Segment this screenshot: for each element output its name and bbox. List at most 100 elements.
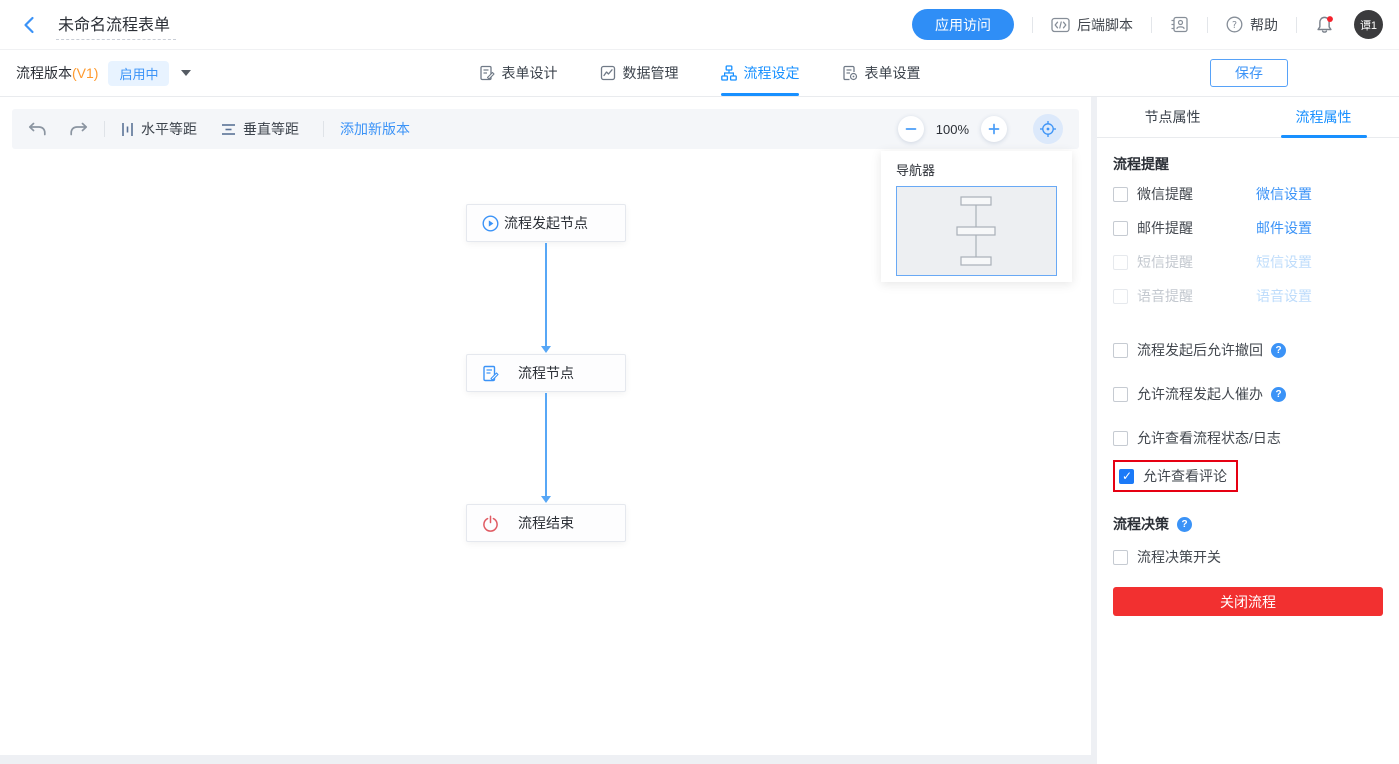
redo-icon[interactable] [69, 122, 88, 136]
view-comments-checkbox[interactable] [1119, 468, 1134, 484]
chevron-down-icon[interactable] [181, 70, 192, 76]
edge-line [545, 243, 547, 346]
backend-script-label: 后端脚本 [1077, 16, 1133, 33]
navigator-title: 导航器 [896, 163, 936, 178]
option-label: 流程发起后允许撤回 [1137, 342, 1263, 358]
option-view-comments-highlighted: 允许查看评论 [1113, 460, 1238, 492]
help-label: 帮助 [1250, 16, 1278, 33]
reminder-label: 短信提醒 [1137, 254, 1193, 270]
version-label: 流程版本 [16, 65, 72, 81]
reminder-label: 邮件提醒 [1137, 220, 1193, 236]
properties-panel: 节点属性 流程属性 流程提醒 微信提醒 微信设置 邮件提醒 邮件设置 短信提醒 [1097, 97, 1399, 764]
canvas-toolbar: 水平等距 垂直等距 添加新版本 100% [12, 109, 1079, 149]
tab-label: 流程设定 [743, 65, 800, 81]
wechat-reminder-checkbox[interactable] [1113, 186, 1128, 202]
node-label: 流程节点 [518, 365, 574, 381]
contacts-button[interactable] [1170, 16, 1189, 33]
divider [323, 121, 324, 137]
allow-urge-checkbox[interactable] [1113, 386, 1128, 402]
question-circle-icon: ? [1226, 16, 1243, 33]
data-chart-icon [600, 65, 616, 81]
vertical-spacing-icon [221, 123, 236, 136]
reminder-label: 微信提醒 [1137, 186, 1193, 202]
main-tabs: 表单设计 数据管理 流程设定 表单设置 [479, 50, 921, 96]
node-flow-step[interactable]: 流程节点 [466, 354, 626, 392]
tab-form-setting[interactable]: 表单设置 [842, 50, 921, 96]
backend-script-button[interactable]: 后端脚本 [1051, 15, 1133, 35]
help-icon[interactable] [1271, 342, 1286, 358]
play-circle-icon [482, 214, 499, 232]
divider [1296, 16, 1297, 33]
option-label: 允许查看评论 [1143, 468, 1227, 484]
page-title[interactable]: 未命名流程表单 [56, 9, 177, 40]
flow-edge [540, 393, 552, 503]
vertical-equal-label: 垂直等距 [243, 121, 299, 137]
help-button[interactable]: ? 帮助 [1226, 15, 1278, 35]
flow-canvas[interactable]: 水平等距 垂直等距 添加新版本 100% 导航器 流程发起节点 流程节点 流程结… [0, 97, 1091, 755]
version-number: (V1) [72, 65, 99, 81]
reminder-label: 语音提醒 [1137, 288, 1193, 304]
minimap[interactable] [896, 186, 1057, 276]
svg-text:?: ? [1232, 20, 1237, 31]
horizontal-equal-label: 水平等距 [141, 121, 197, 137]
code-icon [1051, 17, 1070, 33]
email-reminder-checkbox[interactable] [1113, 220, 1128, 236]
zoom-out-button[interactable] [897, 116, 924, 142]
reminder-section-title: 流程提醒 [1113, 156, 1169, 172]
locate-center-button[interactable] [1033, 114, 1063, 144]
help-icon[interactable] [1271, 386, 1286, 402]
horizontal-spacing-icon [121, 122, 134, 137]
form-design-icon [479, 65, 495, 81]
reminder-row-sms: 短信提醒 短信设置 [1113, 248, 1383, 276]
divider [1207, 16, 1208, 33]
divider [104, 121, 105, 137]
close-flow-button[interactable]: 关闭流程 [1113, 587, 1383, 616]
tab-form-design[interactable]: 表单设计 [479, 50, 558, 96]
version-bar: 流程版本 (V1) 启用中 表单设计 数据管理 流程设定 表单设置 保存 [0, 50, 1399, 97]
node-flow-end[interactable]: 流程结束 [466, 504, 626, 542]
tab-flow-setting[interactable]: 流程设定 [720, 50, 800, 96]
option-label: 流程决策开关 [1137, 549, 1221, 565]
allow-withdraw-checkbox[interactable] [1113, 342, 1128, 358]
top-bar: 未命名流程表单 应用访问 后端脚本 ? 帮助 谭1 [0, 0, 1399, 50]
arrow-down-icon [541, 496, 551, 503]
back-chevron-icon [23, 16, 35, 34]
notifications-button[interactable] [1315, 15, 1334, 34]
tab-data-manage[interactable]: 数据管理 [600, 50, 679, 96]
edge-line [545, 393, 547, 496]
node-flow-start[interactable]: 流程发起节点 [466, 204, 626, 242]
zoom-in-button[interactable] [981, 116, 1007, 142]
view-status-log-checkbox[interactable] [1113, 430, 1128, 446]
help-icon[interactable] [1177, 516, 1192, 532]
save-button[interactable]: 保存 [1210, 59, 1288, 87]
panel-tabs: 节点属性 流程属性 [1097, 97, 1399, 138]
tab-label: 表单设置 [864, 65, 921, 81]
navigator-panel: 导航器 [881, 151, 1072, 282]
tab-flow-properties[interactable]: 流程属性 [1248, 97, 1399, 137]
horizontal-equal-button[interactable]: 水平等距 [121, 119, 197, 139]
option-allow-withdraw: 流程发起后允许撤回 [1113, 340, 1383, 360]
decision-title-text: 流程决策 [1113, 516, 1169, 532]
email-settings-link[interactable]: 邮件设置 [1256, 218, 1312, 238]
vertical-equal-button[interactable]: 垂直等距 [221, 119, 299, 139]
undo-icon[interactable] [28, 122, 47, 136]
app-window: 未命名流程表单 应用访问 后端脚本 ? 帮助 谭1 流程版本 (V1) 启用中 … [0, 0, 1399, 764]
decision-switch-checkbox[interactable] [1113, 549, 1128, 565]
option-view-status-log: 允许查看流程状态/日志 [1113, 428, 1383, 448]
zoom-level: 100% [935, 121, 969, 137]
flow-edge [540, 243, 552, 353]
address-book-icon [1170, 16, 1189, 33]
app-access-button[interactable]: 应用访问 [912, 9, 1014, 40]
back-button[interactable] [16, 12, 42, 38]
avatar[interactable]: 谭1 [1354, 10, 1383, 39]
form-settings-icon [842, 65, 858, 81]
tab-node-properties[interactable]: 节点属性 [1097, 97, 1248, 137]
voice-settings-link: 语音设置 [1256, 288, 1312, 304]
option-label: 允许查看流程状态/日志 [1137, 430, 1281, 446]
wechat-settings-link[interactable]: 微信设置 [1256, 184, 1312, 204]
add-new-version-link[interactable]: 添加新版本 [340, 119, 410, 139]
option-allow-urge: 允许流程发起人催办 [1113, 384, 1383, 404]
form-edit-icon [482, 365, 499, 382]
option-label: 允许流程发起人催办 [1137, 386, 1263, 402]
node-label: 流程发起节点 [504, 215, 588, 231]
